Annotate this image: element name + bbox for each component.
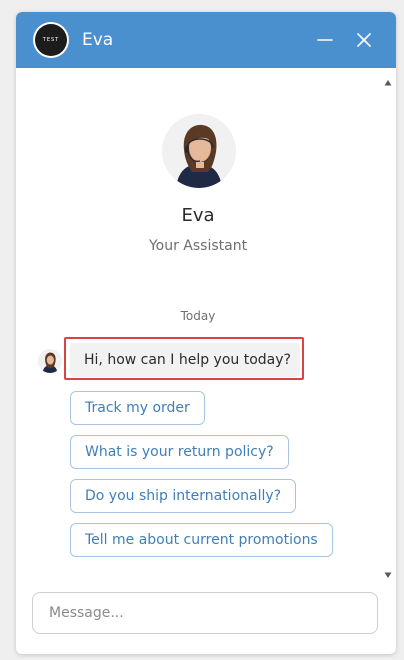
quick-reply-return-policy[interactable]: What is your return policy? [70, 435, 289, 469]
message-input[interactable] [32, 592, 378, 634]
minimize-icon [317, 39, 333, 41]
agent-name: Eva [181, 205, 215, 226]
agent-avatar-icon [38, 349, 62, 373]
close-button[interactable] [353, 29, 375, 51]
minimize-button[interactable] [314, 29, 336, 51]
quick-reply-shipping[interactable]: Do you ship internationally? [70, 479, 297, 513]
agent-avatar-icon [162, 114, 236, 188]
header-title: Eva [82, 30, 114, 50]
agent-avatar-large [162, 114, 236, 188]
agent-avatar-small [38, 349, 62, 373]
close-icon [357, 33, 371, 47]
agent-role: Your Assistant [148, 238, 248, 254]
agent-message-bubble: Hi, how can I help you today? [70, 343, 300, 377]
quick-reply-track-order[interactable]: Track my order [70, 391, 205, 425]
date-divider: Today [180, 309, 216, 323]
chat-widget: TEST Eva Eva Your Assistant Today Hi, ho… [16, 12, 396, 654]
brand-logo: TEST [35, 24, 67, 56]
chat-header: TEST Eva [16, 12, 396, 68]
scroll-up-arrow[interactable] [384, 72, 392, 86]
triangle-up-icon [384, 80, 392, 86]
scroll-down-arrow[interactable] [384, 564, 392, 578]
triangle-down-icon [384, 572, 392, 578]
quick-reply-promotions[interactable]: Tell me about current promotions [70, 523, 333, 557]
